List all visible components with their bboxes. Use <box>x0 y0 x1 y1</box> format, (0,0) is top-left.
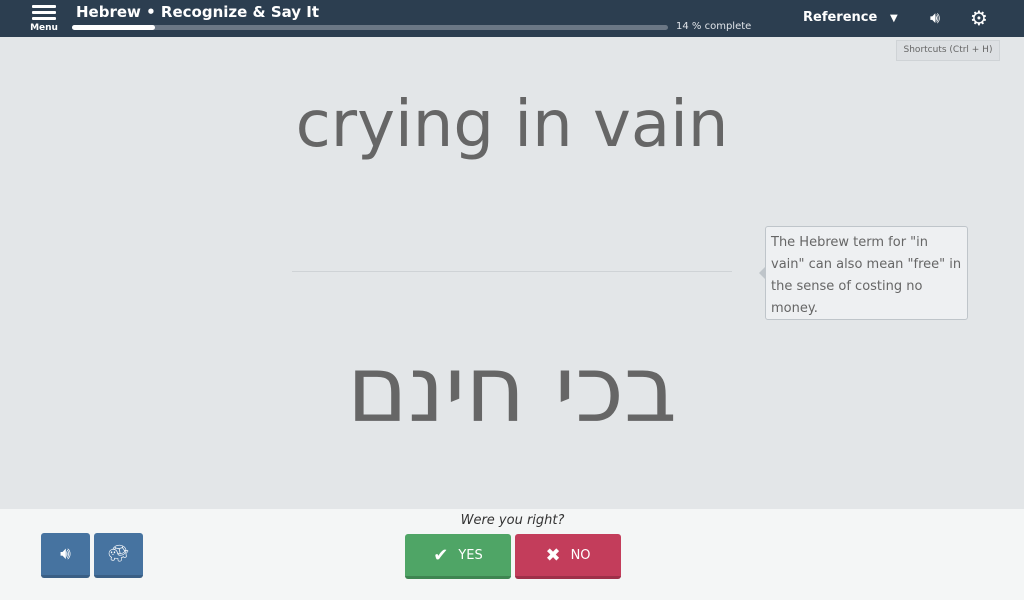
check-icon: ✔ <box>433 544 449 566</box>
volume-icon[interactable]: 🔊︎ <box>930 8 940 28</box>
hamburger-icon-bar <box>32 11 56 14</box>
x-icon: ✖ <box>545 544 561 566</box>
no-label: NO <box>570 547 591 563</box>
page-title: Hebrew • Recognize & Say It <box>76 3 320 21</box>
progress-fill <box>72 25 156 30</box>
hamburger-icon-bar <box>32 17 56 20</box>
question-label: Were you right? <box>460 513 565 528</box>
divider <box>292 271 732 272</box>
volume-icon: 🔊︎ <box>60 544 71 564</box>
gear-icon[interactable]: ⚙ <box>970 6 988 30</box>
slow-audio-button[interactable]: 🐢︎ <box>94 533 143 578</box>
yes-button[interactable]: ✔ YES <box>405 534 511 579</box>
caret-down-icon[interactable]: ▼ <box>890 13 898 24</box>
progress-text: 14 % complete <box>676 21 752 32</box>
shortcuts-hint[interactable]: Shortcuts (Ctrl + H) <box>896 40 1000 61</box>
top-bar: Menu Hebrew • Recognize & Say It 14 % co… <box>0 0 1024 37</box>
yes-label: YES <box>458 547 483 563</box>
turtle-icon: 🐢︎ <box>107 544 130 564</box>
play-audio-button[interactable]: 🔊︎ <box>41 533 90 578</box>
answer-text: בכי חינם <box>346 336 678 443</box>
hamburger-icon <box>32 5 56 8</box>
progress-bar <box>72 25 668 30</box>
footer: Were you right? 🔊︎ 🐢︎ ✔ YES ✖ NO <box>0 509 1024 600</box>
menu-label: Menu <box>30 23 58 33</box>
prompt-text: crying in vain <box>295 88 729 162</box>
tooltip-note: The Hebrew term for "in vain" can also m… <box>759 226 968 320</box>
menu-button[interactable]: Menu <box>30 3 58 33</box>
reference-dropdown[interactable]: Reference <box>803 10 877 25</box>
no-button[interactable]: ✖ NO <box>515 534 621 579</box>
